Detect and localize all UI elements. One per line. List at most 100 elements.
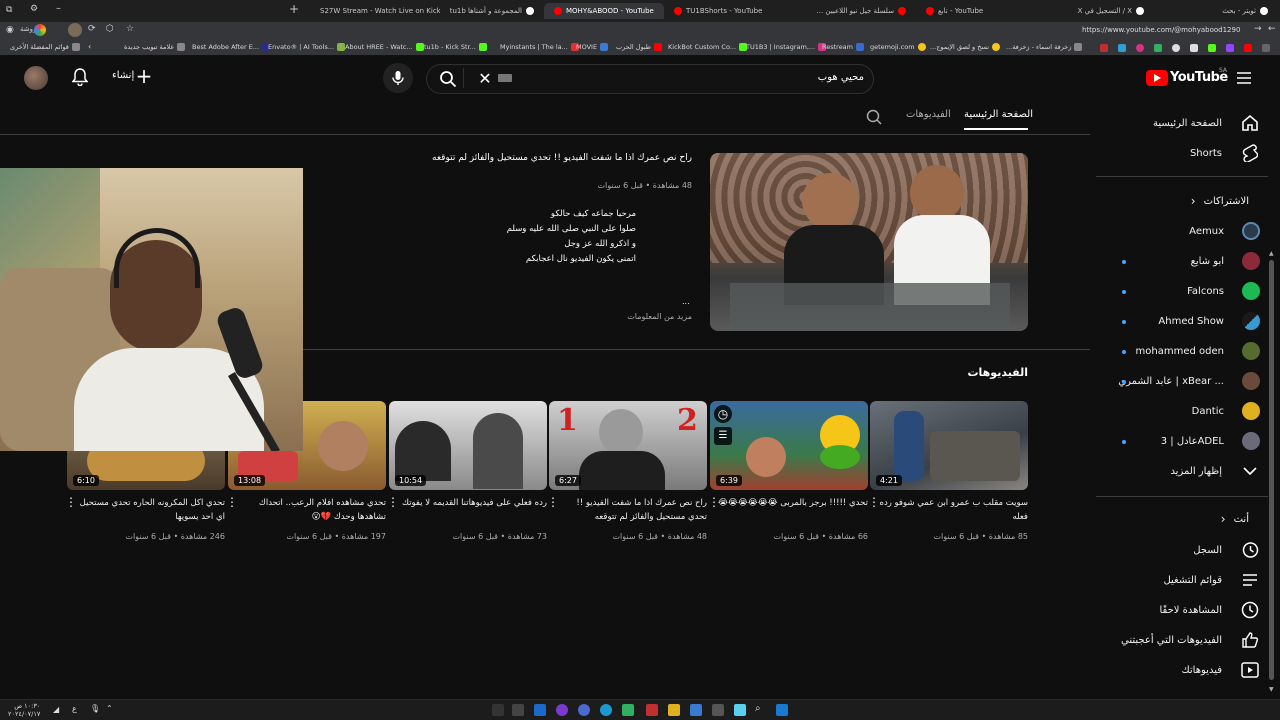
bookmark-item[interactable]: TU1B3 | Instagram,... bbox=[746, 43, 827, 51]
profile-icon[interactable]: ◉ bbox=[6, 25, 14, 35]
sidebar-sub-item[interactable]: عابد الشمري | xBear ... bbox=[1118, 366, 1260, 396]
new-tab-icon[interactable]: + bbox=[289, 2, 299, 16]
extension-red-icon[interactable] bbox=[1100, 44, 1108, 52]
bookmark-item[interactable]: MOVIE bbox=[576, 43, 609, 51]
tab-home[interactable]: الصفحة الرئيسية bbox=[964, 109, 1033, 120]
featured-video-title[interactable]: راح نص عمرك اذا ما شفت الفيديو !! تحدي م… bbox=[380, 153, 692, 163]
steam-icon[interactable] bbox=[534, 704, 546, 716]
search-input[interactable]: محيي هوب bbox=[600, 72, 864, 83]
scroll-up-icon[interactable]: ▲ bbox=[1269, 250, 1274, 257]
video-thumbnail[interactable]: 1 2 6:27 bbox=[549, 401, 707, 490]
more-options-icon[interactable]: ⋮ bbox=[65, 496, 77, 510]
search-icon[interactable] bbox=[437, 68, 459, 90]
browser-menu-icon[interactable]: ⧉ bbox=[6, 5, 12, 15]
clear-search-icon[interactable]: ✕ bbox=[476, 69, 494, 88]
video-title[interactable]: رده فعلي على فيديوهاتنا القديمه لا يفوتك bbox=[397, 496, 547, 510]
obs-icon[interactable] bbox=[556, 704, 568, 716]
sidebar-sub-item[interactable]: ابو شايع bbox=[1191, 246, 1260, 276]
taskbar-app-icon[interactable] bbox=[712, 704, 724, 716]
browser-tab[interactable]: TU1BShorts - YouTube bbox=[664, 3, 788, 19]
browser-tab[interactable]: S27W Stream - Watch Live on Kick bbox=[306, 3, 440, 19]
bookmark-item[interactable]: Best Adobe After E... bbox=[192, 43, 271, 51]
sidebar-item-shorts[interactable]: Shorts bbox=[1190, 138, 1260, 168]
bookmark-item[interactable]: KickBot Custom Co... bbox=[668, 43, 748, 51]
hamburger-menu-icon[interactable] bbox=[1234, 68, 1254, 88]
tiktok-icon[interactable] bbox=[1172, 44, 1180, 52]
wifi-icon[interactable]: ◢ bbox=[53, 705, 59, 714]
sidebar-item-watch-later[interactable]: المشاهدة لاحقًا bbox=[1159, 595, 1260, 625]
create-plus-icon[interactable]: + bbox=[136, 66, 153, 86]
bookmark-item[interactable]: getemoji.com bbox=[870, 43, 926, 51]
twitch-icon[interactable] bbox=[1226, 44, 1234, 52]
bookmark-item[interactable]: قوائم المفضلة الأخرى bbox=[10, 43, 80, 51]
extension-blue-icon[interactable] bbox=[1118, 44, 1126, 52]
youtube-logo-icon[interactable] bbox=[1146, 70, 1168, 86]
sidebar-sub-item[interactable]: Dantic bbox=[1192, 396, 1260, 426]
x-icon[interactable] bbox=[1190, 44, 1198, 52]
bookmark-item[interactable]: Myinstants | The la... bbox=[500, 43, 579, 51]
more-options-icon[interactable]: ⋮ bbox=[387, 496, 399, 510]
extension-icon[interactable] bbox=[1262, 44, 1270, 52]
video-title[interactable]: تحدي اكل المكرونه الحاره تحدي مستحيل اي … bbox=[75, 496, 225, 524]
back-icon[interactable]: → bbox=[1254, 24, 1262, 34]
watch-later-icon[interactable]: ◷ bbox=[714, 405, 732, 423]
forward-icon[interactable]: ← bbox=[1268, 24, 1276, 34]
browser-settings-icon[interactable]: ⚙ bbox=[30, 4, 38, 14]
chevron-left-icon[interactable]: ‹ bbox=[88, 42, 91, 51]
edge-icon[interactable] bbox=[600, 704, 612, 716]
tray-chevron-icon[interactable]: ⌃ bbox=[106, 704, 113, 713]
browser-tab[interactable]: سلسلة جيل نيو اللاعبين ... bbox=[788, 3, 916, 19]
extension-green-icon[interactable] bbox=[1154, 44, 1162, 52]
channel-search-icon[interactable] bbox=[864, 107, 884, 127]
bookmark-item[interactable]: Envato® | AI Tools... bbox=[268, 43, 346, 51]
video-title[interactable]: سويت مقلب ب عمرو ابن عمي شوفو رده فعله bbox=[878, 496, 1028, 524]
discord-icon[interactable] bbox=[578, 704, 590, 716]
bookmark-item[interactable]: نسخ و لصق الإيموج... bbox=[930, 43, 1001, 51]
more-options-icon[interactable]: ⋮ bbox=[547, 496, 559, 510]
create-label[interactable]: إنشاء bbox=[112, 70, 134, 81]
browser-logo-icon[interactable] bbox=[34, 24, 46, 36]
bookmark-item[interactable]: علامة تبويب جديدة bbox=[124, 43, 186, 51]
extension-icon[interactable]: ⬡ bbox=[106, 24, 114, 34]
language-indicator[interactable]: ع bbox=[72, 704, 77, 713]
taskbar-app-icon[interactable] bbox=[690, 704, 702, 716]
bookmark-item[interactable]: زخرفة اسماء - زخرفة... bbox=[1006, 43, 1083, 51]
video-thumbnail[interactable]: ◷ ☰ 6:39 bbox=[710, 401, 868, 490]
more-options-icon[interactable]: ⋮ bbox=[226, 496, 238, 510]
show-more-button[interactable]: إظهار المزيد bbox=[1170, 456, 1260, 486]
taskbar-app-icon[interactable] bbox=[492, 704, 504, 716]
videos-section-title[interactable]: الفيديوهات bbox=[920, 366, 1029, 379]
more-options-icon[interactable]: ⋮ bbox=[708, 496, 720, 510]
clock[interactable]: ١٠:٣٠ ص ٢٠٢٤/٠٧/١٧ bbox=[8, 702, 40, 718]
video-title[interactable]: تحدي مشاهده افلام الرعب.. اتحداك تشاهدها… bbox=[236, 496, 386, 524]
bookmark-item[interactable]: طبول الحرب bbox=[616, 43, 662, 51]
more-options-icon[interactable]: ⋮ bbox=[868, 496, 880, 510]
star-icon[interactable]: ☆ bbox=[126, 24, 134, 34]
taskbar-app-icon[interactable] bbox=[734, 704, 746, 716]
featured-video-thumbnail[interactable] bbox=[710, 153, 1028, 331]
sidebar-item-home[interactable]: الصفحة الرئيسية bbox=[1153, 108, 1260, 138]
keyboard-icon[interactable] bbox=[498, 74, 512, 82]
start-icon[interactable] bbox=[776, 704, 788, 716]
taskbar-app-icon[interactable] bbox=[646, 704, 658, 716]
mic-tray-icon[interactable]: 🎙 bbox=[90, 704, 100, 713]
kick-icon[interactable] bbox=[1208, 44, 1216, 52]
video-thumbnail[interactable]: 10:54 bbox=[389, 401, 547, 490]
sidebar-sub-item[interactable]: mohammed oden bbox=[1136, 336, 1260, 366]
video-thumbnail[interactable]: 4:21 bbox=[870, 401, 1028, 490]
video-title[interactable]: تحدي !!!!! برجر بالمربى 😭😭😭😭😭😭 bbox=[718, 496, 868, 510]
browser-tab[interactable]: ثويتر - بحث bbox=[1154, 3, 1278, 19]
file-explorer-icon[interactable] bbox=[668, 704, 680, 716]
scroll-down-icon[interactable]: ▼ bbox=[1269, 686, 1274, 693]
pinterest-icon[interactable] bbox=[1136, 44, 1144, 52]
subscriptions-heading[interactable]: › الاشتراكات bbox=[1191, 186, 1260, 216]
taskbar-app-icon[interactable] bbox=[622, 704, 634, 716]
sidebar-sub-item[interactable]: Falcons bbox=[1187, 276, 1260, 306]
sidebar-scrollbar[interactable] bbox=[1269, 260, 1274, 680]
sidebar-sub-item[interactable]: Ahmed Show bbox=[1158, 306, 1260, 336]
sidebar-item-playlists[interactable]: قوائم التشغيل bbox=[1163, 565, 1260, 595]
minimize-icon[interactable]: – bbox=[56, 3, 61, 14]
browser-tab[interactable]: المجموعة و أشتاها tu1b bbox=[440, 3, 544, 19]
browser-tab[interactable]: X / التسجيل في X bbox=[1034, 3, 1154, 19]
sidebar-sub-item[interactable]: عادل | 3ADEL bbox=[1161, 426, 1260, 456]
